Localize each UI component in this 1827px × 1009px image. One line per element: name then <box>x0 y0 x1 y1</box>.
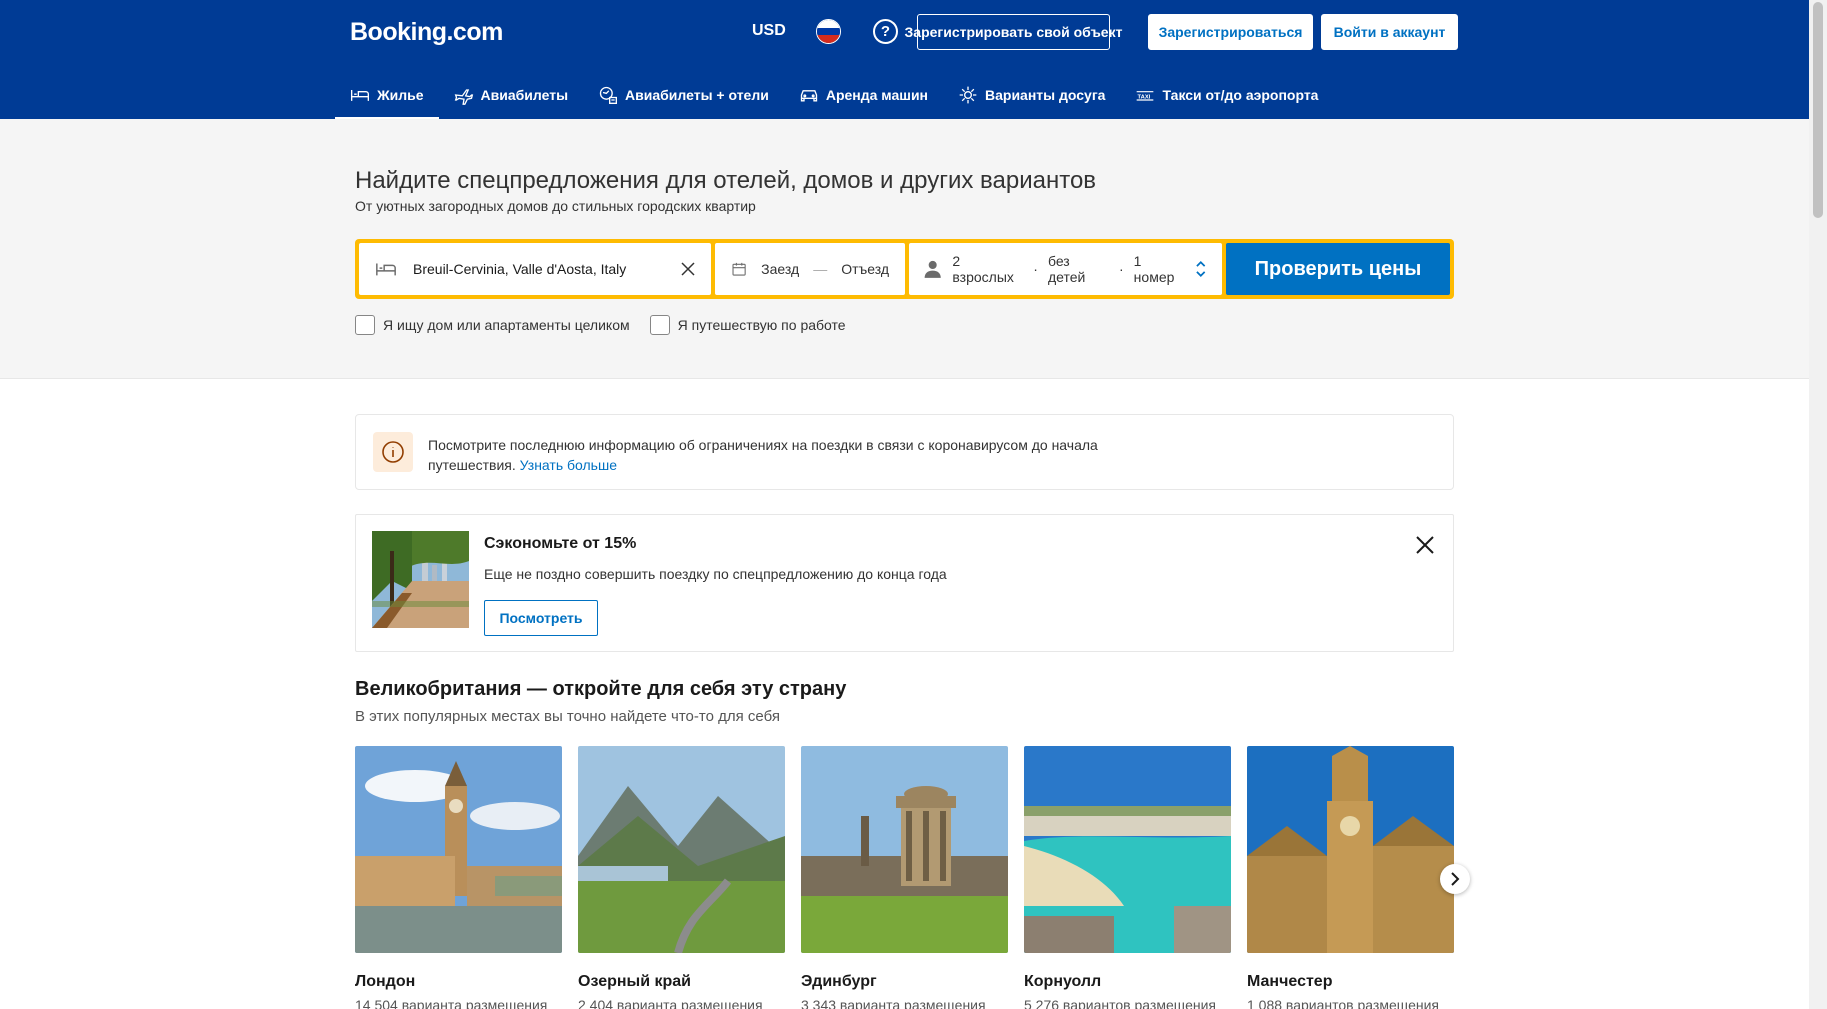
car-icon <box>800 89 818 101</box>
main-nav: Жилье Авиабилеты Авиабилеты + отели Арен… <box>335 72 1333 119</box>
destination-name: Лондон <box>355 973 416 990</box>
destination-card-london[interactable]: Лондон 14 504 варианта размещения <box>355 746 562 1009</box>
chevron-right-icon <box>1451 872 1460 886</box>
promo-card: Сэкономьте от 15% Еще не поздно совершит… <box>355 514 1454 652</box>
destination-count: 14 504 варианта размещения <box>355 997 548 1009</box>
checkin-label[interactable]: Заезд <box>761 261 799 277</box>
list-property-button[interactable]: Зарегистрировать свой объект <box>905 14 1122 50</box>
nav-item-label: Аренда машин <box>825 86 928 103</box>
flight-hotel-icon <box>599 86 618 104</box>
nav-item-label: Авиабилеты + отели <box>625 86 769 103</box>
info-icon <box>373 432 413 472</box>
person-icon <box>924 260 941 278</box>
destination-name: Эдинбург <box>801 973 877 990</box>
register-button[interactable]: Зарегистрироваться <box>1148 14 1313 50</box>
attractions-icon <box>959 86 977 103</box>
destination-image <box>1024 746 1231 953</box>
destination-image <box>578 746 785 953</box>
checkbox-box[interactable] <box>355 315 375 335</box>
date-separator: — <box>813 261 828 277</box>
destination-name: Манчестер <box>1247 973 1333 990</box>
nav-item-airport-taxi[interactable]: TAXI Такси от/до аэропорта <box>1120 72 1333 119</box>
bed-icon <box>376 263 396 276</box>
currency-selector[interactable]: USD <box>752 22 786 40</box>
checkbox-label: Я ищу дом или апартаменты целиком <box>383 317 630 333</box>
dot-separator: · <box>1119 261 1124 277</box>
close-icon[interactable] <box>1413 533 1437 557</box>
search-options: Я ищу дом или апартаменты целиком Я путе… <box>355 315 846 335</box>
nav-item-label: Варианты досуга <box>985 86 1106 103</box>
svg-text:TAXI: TAXI <box>1138 94 1151 100</box>
destination-card-lake-district[interactable]: Озерный край 2 404 варианта размещения <box>578 746 785 1009</box>
destination-name: Корнуолл <box>1024 973 1102 990</box>
section-subtitle: В этих популярных местах вы точно найдет… <box>355 708 780 725</box>
dates-field[interactable]: Заезд — Отъезд <box>715 243 905 295</box>
dot-separator: · <box>1033 261 1038 277</box>
children-count: без детей <box>1047 253 1086 285</box>
destination-field[interactable]: Breuil-Cervinia, Valle d'Aosta, Italy <box>359 243 711 295</box>
destination-input[interactable]: Breuil-Cervinia, Valle d'Aosta, Italy <box>413 261 663 277</box>
bed-icon <box>351 89 369 101</box>
destination-image <box>801 746 1008 953</box>
nav-item-flight-hotel[interactable]: Авиабилеты + отели <box>583 72 784 119</box>
page-scrollbar[interactable] <box>1809 0 1827 1009</box>
nav-item-stays[interactable]: Жилье <box>335 72 439 119</box>
sign-in-button[interactable]: Войти в аккаунт <box>1321 14 1458 50</box>
checkbox-label: Я путешествую по работе <box>677 317 846 333</box>
adults-count: 2 взрослых <box>952 253 1014 285</box>
nav-item-flights[interactable]: Авиабилеты <box>439 72 584 119</box>
nav-item-label: Авиабилеты <box>480 86 569 103</box>
destination-card-manchester[interactable]: Манчестер 1 088 вариантов размещения <box>1247 746 1454 1009</box>
destination-image <box>355 746 562 953</box>
calendar-icon <box>732 262 746 276</box>
section-title: Великобритания — откройте для себя эту с… <box>355 678 847 700</box>
nav-item-car-rental[interactable]: Аренда машин <box>784 72 943 119</box>
checkbox-box[interactable] <box>649 315 670 335</box>
promo-text: Еще не поздно совершить поездку по спецп… <box>484 566 947 582</box>
destination-count: 5 276 вариантов размещения <box>1024 997 1217 1009</box>
header: Booking.com USD ? Зарегистрировать свой … <box>0 0 1809 119</box>
help-icon[interactable]: ? <box>873 19 898 44</box>
destination-card-edinburgh[interactable]: Эдинбург 3 343 варианта размещения <box>801 746 1008 1009</box>
whole-home-checkbox[interactable]: Я ищу дом или апартаменты целиком <box>355 315 630 335</box>
promo-view-button[interactable]: Посмотреть <box>484 600 598 636</box>
nav-item-attractions[interactable]: Варианты досуга <box>943 72 1120 119</box>
nav-item-label: Такси от/до аэропорта <box>1162 86 1319 103</box>
page-subtitle: От уютных загородных домов до стильных г… <box>355 198 756 214</box>
taxi-icon: TAXI <box>1137 90 1154 101</box>
nav-item-label: Жилье <box>377 86 424 103</box>
clear-icon[interactable] <box>679 260 697 278</box>
search-submit-button[interactable]: Проверить цены <box>1226 243 1450 295</box>
business-travel-checkbox[interactable]: Я путешествую по работе <box>649 315 846 335</box>
promo-image <box>372 531 469 628</box>
destination-count: 3 343 варианта размещения <box>801 997 986 1009</box>
rooms-count: 1 номер <box>1133 253 1175 285</box>
destination-image <box>1247 746 1454 953</box>
plane-icon <box>454 88 473 105</box>
destination-carousel: Лондон 14 504 варианта размещения Озерны… <box>355 746 1454 1009</box>
logo[interactable]: Booking.com <box>350 18 503 47</box>
destination-count: 1 088 вариантов размещения <box>1247 997 1440 1009</box>
scrollbar-thumb[interactable] <box>1813 2 1823 218</box>
destination-count: 2 404 варианта размещения <box>578 997 763 1009</box>
covid-info-banner: Посмотрите последнюю информацию об огран… <box>355 414 1454 490</box>
destination-card-cornwall[interactable]: Корнуолл 5 276 вариантов размещения <box>1024 746 1231 1009</box>
language-flag-icon[interactable] <box>816 19 841 44</box>
carousel-next-button[interactable] <box>1440 864 1470 894</box>
destination-name: Озерный край <box>578 973 691 990</box>
promo-title: Сэкономьте от 15% <box>484 535 637 552</box>
chevron-updown-icon <box>1196 260 1206 278</box>
info-text: Посмотрите последнюю информацию об огран… <box>428 435 1128 475</box>
hero-section: Найдите спецпредложения для отелей, домо… <box>0 119 1809 379</box>
learn-more-link[interactable]: Узнать больше <box>520 457 617 473</box>
search-bar: Breuil-Cervinia, Valle d'Aosta, Italy За… <box>355 239 1454 299</box>
guests-field[interactable]: 2 взрослых · без детей · 1 номер <box>909 243 1222 295</box>
page-title: Найдите спецпредложения для отелей, домо… <box>355 167 1097 194</box>
checkout-label[interactable]: Отъезд <box>841 261 889 277</box>
